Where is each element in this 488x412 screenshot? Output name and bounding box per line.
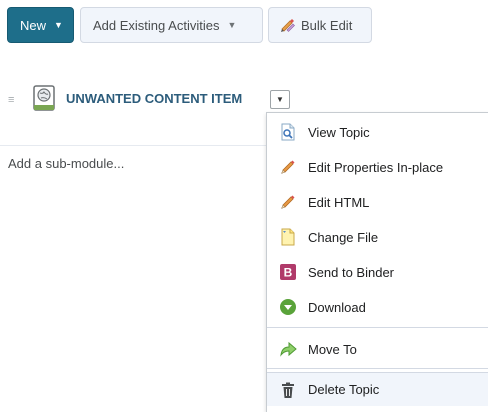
menu-item-label: Delete Topic <box>308 382 380 397</box>
menu-item-label: Edit HTML <box>308 194 370 210</box>
chevron-down-icon: ▼ <box>276 95 284 104</box>
menu-item-label: Change File <box>308 229 379 245</box>
trash-icon <box>282 382 294 398</box>
menu-separator <box>267 327 488 328</box>
add-existing-activities-label: Add Existing Activities <box>93 17 220 33</box>
menu-item-change-file[interactable]: Change File <box>267 220 488 254</box>
drag-handle-icon[interactable]: ≡ <box>8 94 15 106</box>
file-icon <box>281 228 295 246</box>
divider <box>0 145 268 146</box>
menu-item-label: Download <box>308 299 366 315</box>
pencil-icon <box>281 160 295 174</box>
binder-letter: B <box>284 266 293 280</box>
download-icon <box>280 299 296 315</box>
bulk-edit-button[interactable]: Bulk Edit <box>268 7 372 43</box>
menu-item-download[interactable]: Download <box>267 290 488 324</box>
new-button[interactable]: New ▼ <box>7 7 74 43</box>
add-existing-activities-button[interactable]: Add Existing Activities ▼ <box>80 7 263 43</box>
menu-item-label: Move To <box>308 341 357 357</box>
view-topic-icon <box>281 123 295 141</box>
chevron-down-icon: ▼ <box>54 20 63 30</box>
menu-item-label: Edit Properties In-place <box>308 159 444 175</box>
move-arrow-icon <box>280 341 297 357</box>
module-actions-dropdown-button[interactable]: ▼ <box>270 90 290 109</box>
menu-item-view-topic[interactable]: View Topic <box>267 115 488 149</box>
menu-item-delete-topic[interactable]: Delete Topic <box>267 372 488 406</box>
menu-item-edit-html[interactable]: Edit HTML <box>267 185 488 219</box>
menu-item-edit-properties[interactable]: Edit Properties In-place <box>267 150 488 184</box>
menu-item-label: Send to Binder <box>308 264 395 280</box>
add-sub-module-input[interactable]: Add a sub-module... <box>8 156 124 171</box>
menu-item-label: View Topic <box>308 124 370 140</box>
page: New ▼ Add Existing Activities ▼ Bulk Edi… <box>0 0 488 412</box>
web-page-icon <box>33 85 55 111</box>
chevron-down-icon: ▼ <box>227 20 237 30</box>
bulk-edit-pencil-icon <box>281 19 295 32</box>
context-menu: View Topic Edit Properties In-place Edit… <box>266 112 488 412</box>
menu-item-move-to[interactable]: Move To <box>267 332 488 366</box>
menu-separator <box>267 368 488 369</box>
bulk-edit-label: Bulk Edit <box>301 17 353 33</box>
menu-item-send-to-binder[interactable]: B Send to Binder <box>267 255 488 289</box>
binder-icon: B <box>280 264 296 280</box>
new-button-label: New <box>20 17 47 33</box>
pencil-icon <box>281 195 295 209</box>
module-title-link[interactable]: UNWANTED CONTENT ITEM <box>66 91 242 106</box>
